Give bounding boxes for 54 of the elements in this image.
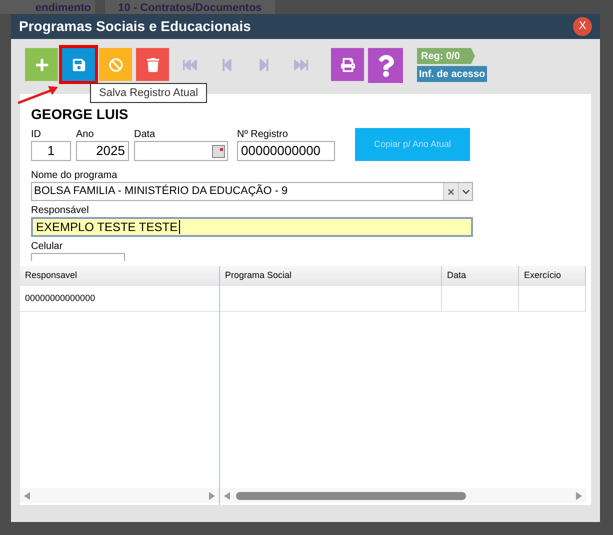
no-entry-icon — [108, 58, 122, 72]
input-field[interactable]: EXEMPLO TESTE TESTE — [31, 217, 473, 237]
date-field[interactable] — [134, 141, 228, 161]
arrow-tip-icon — [471, 48, 475, 64]
step-forward-icon — [256, 58, 270, 72]
print-button[interactable] — [331, 48, 364, 81]
add-button[interactable] — [25, 48, 58, 81]
dropdown-value: BOLSA FAMILIA - MINISTÉRIO DA EDUCAÇÃO - 9 — [33, 183, 289, 200]
background-tab-label: endimento — [35, 3, 91, 14]
skip-forward-icon — [294, 58, 308, 72]
person-name: GEORGE LUIS — [31, 106, 130, 122]
record-counter: Reg: 0/0 — [417, 48, 471, 64]
scroll-right-icon — [209, 492, 215, 500]
cancel-button[interactable] — [99, 48, 132, 81]
column-header[interactable]: Data — [442, 266, 519, 286]
field-label: Ano — [76, 128, 95, 141]
field-label: ID — [31, 128, 42, 141]
calendar-icon — [212, 144, 225, 158]
arrow-icon — [16, 85, 60, 105]
field-label: Celular — [31, 240, 64, 253]
step-back-icon — [220, 58, 234, 72]
horizontal-scrollbar[interactable] — [20, 488, 219, 503]
dropdown-button[interactable] — [458, 183, 472, 200]
input-field[interactable]: 2025 — [76, 141, 129, 161]
horizontal-scrollbar[interactable] — [220, 488, 586, 503]
close-button[interactable]: X — [573, 17, 592, 36]
column-header[interactable]: Programa Social — [220, 266, 442, 286]
printer-icon — [340, 58, 354, 72]
scroll-right-icon — [576, 492, 582, 500]
scroll-left-icon — [24, 492, 30, 500]
field-label: Data — [134, 128, 156, 141]
trash-icon — [146, 58, 160, 72]
background-tab-label: 10 - Contratos/Documentos — [118, 3, 262, 14]
column-header[interactable]: Exercício — [519, 266, 586, 286]
window-title: Programas Sociais e Educacionais — [19, 17, 251, 36]
plus-icon — [34, 58, 48, 72]
delete-button[interactable] — [136, 48, 169, 81]
field-label: Nº Registro — [237, 128, 289, 141]
input-field[interactable]: 00000000000 — [237, 141, 335, 161]
input-field[interactable] — [31, 253, 125, 261]
skip-back-icon — [182, 58, 196, 72]
help-button[interactable] — [368, 48, 403, 83]
input-field[interactable]: 1 — [31, 141, 71, 161]
field-label: Nome do programa — [31, 169, 118, 182]
chevron-down-icon — [462, 188, 470, 196]
field-label: Responsável — [31, 204, 90, 217]
clear-button[interactable]: × — [443, 183, 458, 200]
column-header[interactable]: Responsavel — [20, 266, 219, 286]
access-info-tab[interactable]: Inf. de acesso — [417, 66, 488, 82]
tooltip: Salva Registro Atual — [90, 83, 208, 103]
save-button[interactable] — [62, 48, 95, 81]
scrollbar-thumb[interactable] — [236, 492, 466, 500]
program-dropdown[interactable]: BOLSA FAMILIA - MINISTÉRIO DA EDUCAÇÃO - 9 × — [31, 182, 473, 201]
scroll-left-icon — [224, 492, 230, 500]
